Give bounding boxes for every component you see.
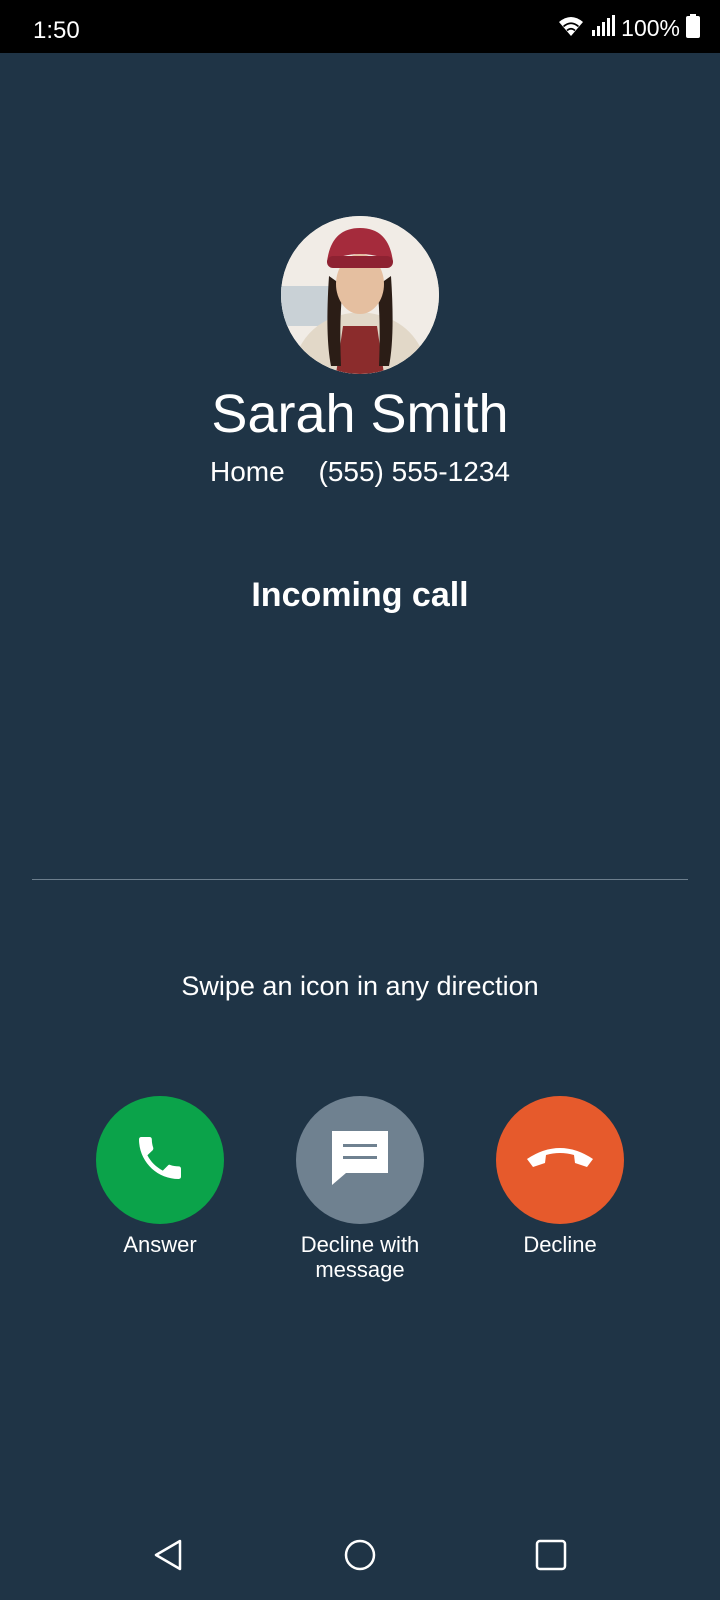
home-icon [343,1538,377,1577]
hang-up-icon [525,1143,595,1178]
caller-number-label: Home [210,456,285,487]
divider [32,879,688,880]
answer-circle[interactable] [96,1096,224,1224]
back-icon [152,1538,184,1577]
recents-icon [534,1538,568,1577]
nav-recents-button[interactable] [531,1537,571,1577]
decline-with-message-button[interactable]: Decline with message [260,1096,460,1282]
caller-avatar [281,216,439,374]
signal-icon [591,14,616,43]
nav-back-button[interactable] [148,1537,188,1577]
status-bar: 1:50 100% [0,0,720,53]
call-status: Incoming call [251,576,469,614]
answer-label: Answer [123,1232,197,1257]
wifi-icon [557,14,585,43]
answer-button[interactable]: Answer [60,1096,260,1257]
nav-home-button[interactable] [340,1537,380,1577]
caller-number: (555) 555-1234 [318,456,510,487]
decline-circle[interactable] [496,1096,624,1224]
status-icons: 100% [557,13,700,43]
status-time: 1:50 [33,17,80,44]
phone-icon [132,1130,188,1191]
decline-label: Decline [523,1232,597,1257]
battery-icon [686,13,700,43]
caller-name: Sarah Smith [211,384,509,444]
battery-percent: 100% [621,14,680,41]
decline-button[interactable]: Decline [460,1096,660,1257]
swipe-hint: Swipe an icon in any direction [181,971,539,1001]
message-icon [329,1129,391,1192]
decline-with-message-label: Decline with message [300,1232,420,1282]
caller-number-row: Home (555) 555-1234 [0,456,720,488]
decline-with-message-circle[interactable] [296,1096,424,1224]
